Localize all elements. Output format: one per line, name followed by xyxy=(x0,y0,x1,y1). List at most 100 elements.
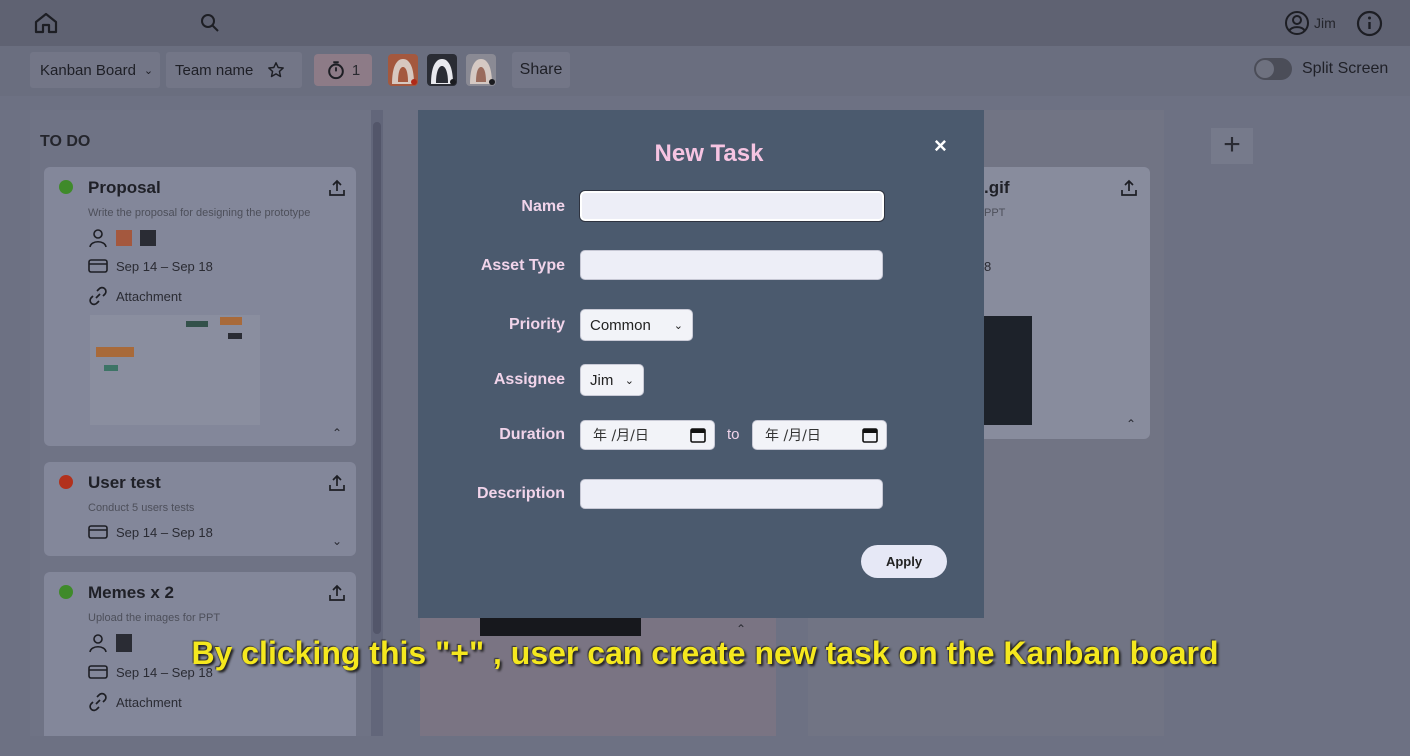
attachment-thumbnail[interactable] xyxy=(90,315,260,425)
share-label: Share xyxy=(519,61,563,78)
add-column-button[interactable]: + xyxy=(1211,128,1253,164)
upload-icon[interactable] xyxy=(328,474,346,492)
board-select[interactable]: Kanban Board ⌄ xyxy=(30,52,160,88)
chevron-up-icon[interactable]: ⌃ xyxy=(736,622,746,636)
priority-select[interactable]: Common ⌄ xyxy=(580,309,693,341)
card-title: Memes x 2 xyxy=(88,583,174,602)
timer-button[interactable]: 1 xyxy=(314,54,372,86)
search-icon[interactable] xyxy=(200,13,220,33)
user-account-icon xyxy=(1285,11,1309,35)
task-card[interactable]: .gif PPT 8 ⌃ xyxy=(984,167,1150,439)
assignee-avatar xyxy=(140,230,156,246)
card-attachment[interactable]: Attachment xyxy=(88,286,182,306)
assignee-select[interactable]: Jim ⌄ xyxy=(580,364,644,396)
hooded-avatar-icon xyxy=(470,59,495,85)
start-date-placeholder: 年 /月/日 xyxy=(593,428,649,444)
end-date-placeholder: 年 /月/日 xyxy=(765,428,821,444)
asset-type-label: Asset Type xyxy=(480,257,565,274)
asset-type-field[interactable] xyxy=(580,250,883,280)
person-icon xyxy=(89,229,107,248)
status-dot xyxy=(59,475,73,489)
star-icon[interactable] xyxy=(267,61,285,79)
calendar-icon[interactable] xyxy=(690,427,706,443)
avatar-member-1[interactable] xyxy=(388,54,418,86)
scrollbar-thumb[interactable] xyxy=(373,122,381,634)
apply-button[interactable]: Apply xyxy=(861,545,947,578)
priority-value: Common xyxy=(590,316,651,334)
split-screen-control[interactable]: Split Screen xyxy=(1254,58,1388,80)
card-title: User test xyxy=(88,473,161,492)
top-bar: Jim xyxy=(0,0,1410,46)
date-range: Sep 14 – Sep 18 xyxy=(116,258,213,274)
link-icon xyxy=(89,692,107,712)
chevron-down-icon: ⌄ xyxy=(624,374,634,387)
stopwatch-icon xyxy=(328,61,344,80)
card-description: PPT xyxy=(984,207,1006,219)
upload-icon[interactable] xyxy=(1120,179,1138,197)
task-card[interactable]: Proposal Write the proposal for designin… xyxy=(44,167,356,446)
home-icon[interactable] xyxy=(34,12,58,34)
assignee-label: Assignee xyxy=(493,371,565,388)
chevron-down-icon[interactable]: ⌄ xyxy=(332,534,342,548)
user-name: Jim xyxy=(1314,15,1336,31)
calendar-icon[interactable] xyxy=(862,427,878,443)
upload-icon[interactable] xyxy=(328,584,346,602)
attachment-label: Attachment xyxy=(116,694,182,710)
board-toolbar: Kanban Board ⌄ Team name 1 Share Split S… xyxy=(0,46,1410,96)
close-icon[interactable]: × xyxy=(934,135,954,157)
start-date-field[interactable]: 年 /月/日 xyxy=(580,420,715,450)
card-dates: Sep 14 – Sep 18 xyxy=(88,258,213,274)
card-title: .gif xyxy=(984,178,1010,197)
upload-icon[interactable] xyxy=(328,179,346,197)
assignee-value: Jim xyxy=(590,371,614,389)
card-assignees xyxy=(88,228,156,248)
card-description: Conduct 5 users tests xyxy=(88,502,195,514)
info-icon[interactable] xyxy=(1356,10,1383,37)
description-label: Description xyxy=(476,485,565,502)
modal-title: New Task xyxy=(654,140,764,167)
split-screen-toggle[interactable] xyxy=(1254,58,1292,80)
user-menu[interactable]: Jim xyxy=(1284,10,1336,36)
date-range: Sep 14 – Sep 18 xyxy=(116,524,213,540)
card-description: Write the proposal for designing the pro… xyxy=(88,207,311,219)
card-calendar-icon xyxy=(88,525,108,539)
priority-label: Priority xyxy=(508,316,565,333)
link-icon xyxy=(89,286,107,306)
chevron-up-icon[interactable]: ⌃ xyxy=(332,426,342,440)
board-select-label: Kanban Board xyxy=(40,61,136,79)
team-name-button[interactable]: Team name xyxy=(166,52,302,88)
chevron-down-icon: ⌄ xyxy=(143,64,154,77)
avatar-member-3[interactable] xyxy=(466,54,496,86)
share-button[interactable]: Share xyxy=(512,52,570,88)
name-label: Name xyxy=(521,198,565,215)
video-caption: By clicking this "+" , user can create n… xyxy=(191,635,1219,671)
date-range: 8 xyxy=(984,259,992,274)
team-name-label: Team name xyxy=(175,61,254,79)
name-field[interactable] xyxy=(580,191,884,221)
split-screen-label: Split Screen xyxy=(1302,60,1389,77)
card-description: Upload the images for PPT xyxy=(88,612,221,624)
new-task-modal: New Task × Name Asset Type Priority Comm… xyxy=(418,110,984,618)
column-title-todo: TO DO xyxy=(40,133,91,150)
image-thumbnail xyxy=(984,316,1032,425)
avatar-member-2[interactable] xyxy=(427,54,457,86)
card-dates: Sep 14 – Sep 18 xyxy=(88,524,213,540)
card-attachment[interactable]: Attachment xyxy=(88,692,182,712)
image-thumbnail xyxy=(480,618,641,636)
chevron-up-icon[interactable]: ⌃ xyxy=(1126,417,1136,431)
end-date-field[interactable]: 年 /月/日 xyxy=(752,420,887,450)
hooded-avatar-icon xyxy=(431,59,456,85)
timer-count: 1 xyxy=(351,61,361,79)
status-dot xyxy=(59,180,73,194)
task-card[interactable]: User test Conduct 5 users tests Sep 14 –… xyxy=(44,462,356,556)
description-field[interactable] xyxy=(580,479,883,509)
duration-label: Duration xyxy=(499,426,565,443)
chevron-down-icon: ⌄ xyxy=(673,319,683,332)
hooded-avatar-icon xyxy=(392,59,417,85)
card-calendar-icon xyxy=(88,259,108,273)
card-title: Proposal xyxy=(88,178,161,197)
assignee-avatar xyxy=(116,230,132,246)
kanban-app: Jim Kanban Board ⌄ Team name 1 Share Spl… xyxy=(0,0,1410,756)
date-range-separator: to xyxy=(727,426,740,443)
status-dot xyxy=(59,585,73,599)
